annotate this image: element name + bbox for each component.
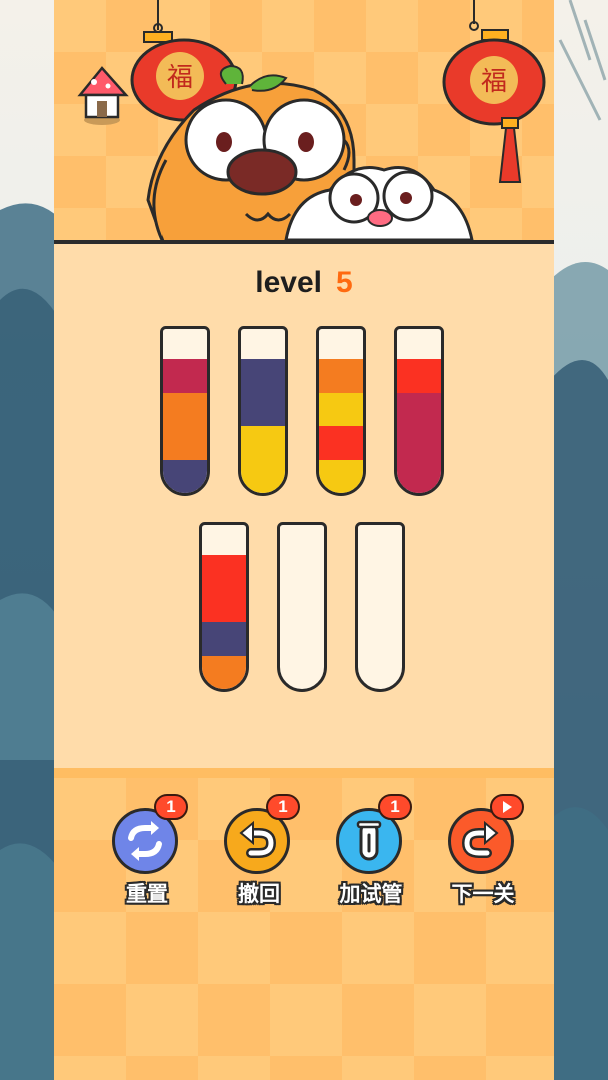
reset-label: 重置	[126, 882, 168, 906]
liquid-segment	[397, 459, 441, 493]
liquid-segment	[202, 655, 246, 689]
tube-1[interactable]	[160, 326, 210, 496]
undo-button[interactable]: 1 撤回	[214, 794, 304, 928]
liquid-segment	[202, 588, 246, 623]
liquid-segment	[397, 392, 441, 427]
liquid-segment	[319, 459, 363, 493]
left-lantern-fu: 福	[167, 63, 193, 93]
liquid-segment	[397, 359, 441, 393]
liquid-segment	[319, 392, 363, 427]
controls-bar-edge	[54, 768, 554, 778]
redo-icon	[461, 820, 499, 858]
tube-5[interactable]	[199, 522, 249, 692]
liquid-segment	[163, 392, 207, 427]
undo-icon	[239, 820, 277, 858]
next-level-label: 下一关	[451, 882, 515, 906]
liquid-segment	[163, 459, 207, 493]
undo-label: 撤回	[238, 882, 280, 906]
next-level-button[interactable]: 下一关	[438, 794, 528, 928]
liquid-segment	[319, 426, 363, 460]
header-illustration: 福 福	[77, 0, 546, 244]
liquid-segment	[397, 426, 441, 460]
reset-button[interactable]: 1 重置	[102, 794, 192, 928]
tube-6-empty[interactable]	[277, 522, 327, 692]
right-lantern-fu: 福	[481, 67, 507, 97]
tube-3[interactable]	[316, 326, 366, 496]
tube-2[interactable]	[238, 326, 288, 496]
liquid-segment	[241, 392, 285, 427]
level-label: level	[255, 266, 323, 299]
test-tube-icon	[356, 820, 382, 861]
refresh-icon	[128, 821, 162, 861]
add-tube-button[interactable]: 1 加试管	[326, 794, 416, 928]
liquid-segment	[319, 359, 363, 393]
add-tube-label: 加试管	[339, 882, 403, 906]
level-number: 5	[336, 266, 353, 299]
video-play-icon	[490, 794, 524, 820]
level-indicator: level 5	[54, 266, 554, 300]
liquid-segment	[163, 426, 207, 460]
add-tube-count-badge: 1	[378, 794, 412, 820]
tube-7-empty[interactable]	[355, 522, 405, 692]
right-lantern-decoration: 福	[442, 0, 546, 183]
liquid-segment	[163, 359, 207, 393]
liquid-segment	[241, 459, 285, 493]
reset-count-badge: 1	[154, 794, 188, 820]
liquid-segment	[241, 359, 285, 393]
liquid-segment	[202, 555, 246, 589]
liquid-segment	[202, 622, 246, 656]
home-icon[interactable]	[77, 66, 129, 125]
liquid-segment	[241, 426, 285, 460]
tube-4[interactable]	[394, 326, 444, 496]
game-panel: 福 福 level 5 1 重置 1 撤回 1 加试管 下一关	[54, 0, 554, 1080]
undo-count-badge: 1	[266, 794, 300, 820]
